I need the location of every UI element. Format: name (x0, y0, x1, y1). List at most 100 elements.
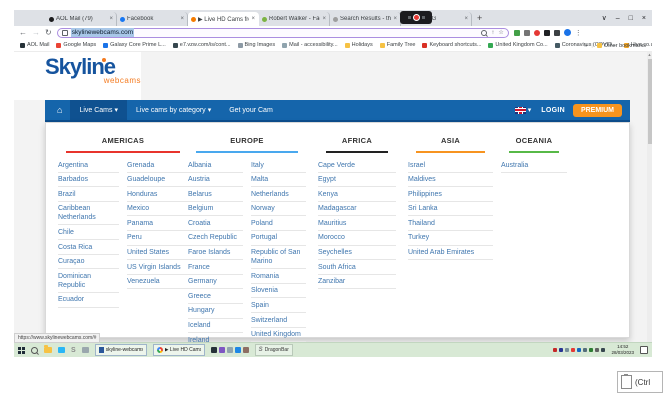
taskbar-clock[interactable]: 14:52 28/03/2023 (611, 344, 634, 355)
bookmark-item[interactable]: Family Tree (380, 42, 416, 48)
pinned-app-icon[interactable] (219, 347, 225, 353)
country-link[interactable]: Croatia (188, 216, 243, 231)
country-link[interactable]: Brazil (58, 187, 119, 202)
country-link[interactable]: Philippines (408, 187, 493, 202)
country-link[interactable]: Norway (251, 202, 306, 217)
tray-icon[interactable] (595, 348, 599, 352)
reload-button[interactable]: ↻ (45, 29, 52, 37)
country-link[interactable]: Poland (251, 216, 306, 231)
new-tab-button[interactable]: + (477, 11, 482, 25)
country-link[interactable]: Chile (58, 225, 119, 240)
lock-icon[interactable] (62, 30, 68, 36)
country-link[interactable]: South Africa (318, 260, 396, 275)
bookmark-item[interactable]: e7.vzw.com/is/cont... (173, 42, 231, 48)
browser-tab[interactable]: ▶ Live HD Cams from the Worl × (188, 12, 259, 26)
extension-grey-icon[interactable] (524, 30, 530, 36)
country-link[interactable]: Germany (188, 275, 243, 290)
other-bookmarks-button[interactable]: Other bookmarks (597, 43, 646, 49)
notification-center-icon[interactable] (640, 346, 648, 354)
address-bar[interactable]: skylinewebcams.com ↑ ☆ (57, 28, 509, 38)
country-link[interactable]: Honduras (127, 187, 188, 202)
bookmark-item[interactable]: Holidays (345, 42, 373, 48)
tray-icon[interactable] (553, 348, 557, 352)
scrollbar-thumb[interactable] (648, 59, 652, 144)
country-link[interactable]: Venezuela (127, 275, 188, 290)
browser-menu-icon[interactable]: ⋮ (575, 29, 582, 37)
country-link[interactable]: Netherlands (251, 187, 306, 202)
country-link[interactable]: Cape Verde (318, 158, 396, 173)
country-link[interactable]: United States (127, 246, 188, 261)
browser-tab[interactable]: Facebook × (117, 12, 188, 26)
country-link[interactable]: France (188, 260, 243, 275)
country-link[interactable]: Faroe Islands (188, 246, 243, 261)
home-icon[interactable]: ⌂ (49, 105, 70, 115)
extension-dark-icon[interactable] (554, 30, 560, 36)
tab-close-icon[interactable]: × (109, 16, 113, 22)
country-link[interactable]: Switzerland (251, 313, 306, 328)
page-scrollbar[interactable]: ▲ (647, 52, 652, 342)
pinned-app-icon[interactable] (243, 347, 249, 353)
tray-icon[interactable] (577, 348, 581, 352)
bookmark-item[interactable]: AOL Mail (20, 42, 49, 48)
mail-icon[interactable] (58, 347, 65, 353)
printer-icon[interactable] (82, 347, 89, 353)
tab-close-icon[interactable]: × (393, 16, 397, 22)
bookmark-item[interactable]: Keyboard shortcuts... (422, 42, 481, 48)
country-link[interactable]: Belarus (188, 187, 243, 202)
country-link[interactable]: Belgium (188, 202, 243, 217)
country-link[interactable]: Madagascar (318, 202, 396, 217)
country-link[interactable]: Argentina (58, 158, 119, 173)
tab-close-icon[interactable]: × (180, 16, 184, 22)
window-chevron-icon[interactable]: ∨ (602, 14, 607, 22)
close-button[interactable]: × (642, 15, 646, 22)
pinned-app-icon[interactable] (235, 347, 241, 353)
language-selector[interactable]: ▾ (513, 106, 534, 114)
record-icon[interactable] (413, 14, 420, 21)
browser-tab[interactable]: Robert Walker - Facts × (259, 12, 330, 26)
country-link[interactable]: Albania (188, 158, 243, 173)
dragonbar-button[interactable]: S DragonBar (255, 344, 293, 356)
nav-get-your-cam[interactable]: Get your Cam (220, 100, 282, 120)
taskbar-search-icon[interactable] (31, 347, 38, 354)
paste-options-popup[interactable]: (Ctrl (617, 371, 663, 393)
tray-icon[interactable] (589, 348, 593, 352)
country-link[interactable]: Kenya (318, 187, 396, 202)
forward-button[interactable]: → (32, 29, 40, 37)
share-icon[interactable]: ↑ (491, 30, 494, 36)
country-link[interactable]: Australia (501, 158, 567, 173)
country-link[interactable]: Thailand (408, 216, 493, 231)
pinned-app-icon[interactable] (211, 347, 217, 353)
country-link[interactable]: Portugal (251, 231, 306, 246)
country-link[interactable]: Egypt (318, 173, 396, 188)
login-button[interactable]: LOGIN (541, 107, 565, 114)
minimize-button[interactable]: – (616, 15, 620, 22)
country-link[interactable]: Sri Lanka (408, 202, 493, 217)
country-link[interactable]: Ecuador (58, 293, 119, 308)
tab-close-icon[interactable]: × (251, 16, 255, 22)
tray-icon[interactable] (571, 348, 575, 352)
country-link[interactable]: Romania (251, 269, 306, 284)
country-link[interactable]: Panama (127, 216, 188, 231)
search-icon[interactable] (481, 30, 487, 36)
profile-avatar[interactable] (564, 29, 571, 36)
extension-green-icon[interactable] (514, 30, 520, 36)
taskbar-chrome-button[interactable]: ▶ Live HD Cams fr... (153, 344, 205, 356)
country-link[interactable]: Mexico (127, 202, 188, 217)
extension-red-icon[interactable] (534, 30, 540, 36)
country-link[interactable]: Curaçao (58, 255, 119, 270)
country-link[interactable]: Republic of San Marino (251, 246, 306, 270)
country-link[interactable]: Costa Rica (58, 240, 119, 255)
premium-button[interactable]: PREMIUM (573, 104, 622, 117)
nav-live-cams[interactable]: Live Cams ▾ (70, 100, 127, 120)
tray-icon[interactable] (583, 348, 587, 352)
country-link[interactable]: Greece (188, 289, 243, 304)
bookmark-item[interactable]: Galaxy Core Prime L... (103, 42, 166, 48)
country-link[interactable]: Morocco (318, 231, 396, 246)
extension-puzzle-icon[interactable] (544, 30, 550, 36)
country-link[interactable]: Seychelles (318, 246, 396, 261)
country-link[interactable]: Zanzibar (318, 275, 396, 290)
country-link[interactable]: United Kingdom (251, 328, 306, 342)
media-next-icon[interactable] (422, 16, 425, 19)
back-button[interactable]: ← (19, 29, 27, 37)
country-link[interactable]: Turkey (408, 231, 493, 246)
